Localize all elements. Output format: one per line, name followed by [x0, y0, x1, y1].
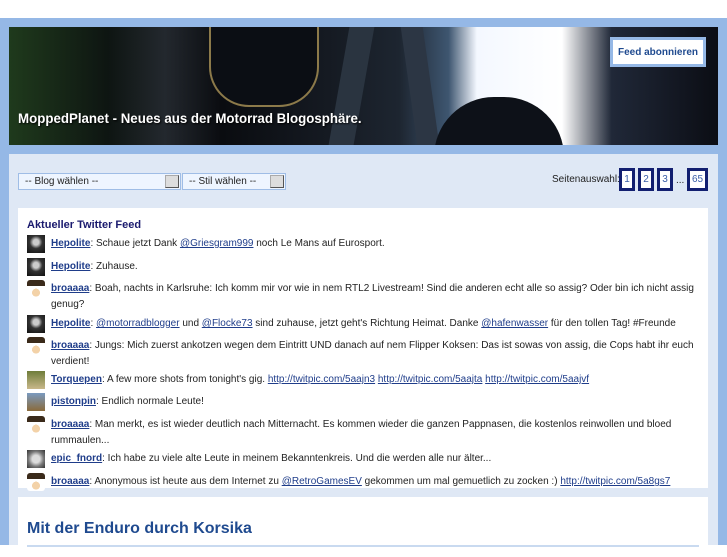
- tweet-text-part: gekommen um mal gemuetlich zu zocken :): [361, 476, 561, 487]
- feed-subscribe-button[interactable]: Feed abonnieren: [610, 37, 706, 67]
- twitter-feed-title: Aktueller Twitter Feed: [27, 219, 142, 231]
- tweet-text-part: : Ich habe zu viele alte Leute in meinem…: [102, 453, 492, 464]
- tweet-text-part: : Schaue jetzt Dank: [90, 238, 180, 249]
- mention-link[interactable]: @motorradblogger: [96, 318, 180, 329]
- tweet-user-link[interactable]: Hepolite: [51, 238, 90, 249]
- user-avatar-icon: [27, 315, 45, 333]
- tweet-text: broaaaa: Jungs: Mich zuerst ankotzen weg…: [51, 338, 697, 370]
- motorcycle-fender-image: [434, 97, 564, 145]
- tweet-user-link[interactable]: broaaaa: [51, 283, 89, 294]
- tweet-text-part: : Endlich normale Leute!: [96, 396, 204, 407]
- mention-link[interactable]: @Griesgram999: [180, 238, 254, 249]
- tweet: broaaaa: Boah, nachts in Karlsruhe: Ich …: [27, 280, 697, 313]
- motorcycle-tank-image: [209, 27, 319, 107]
- tweet-user-link[interactable]: pistonpin: [51, 396, 96, 407]
- post-title[interactable]: Mit der Enduro durch Korsika: [27, 520, 252, 538]
- url-link[interactable]: http://twitpic.com/5aajvf: [485, 374, 589, 385]
- page-link-1[interactable]: 1: [619, 168, 635, 191]
- tweet-text: pistonpin: Endlich normale Leute!: [51, 394, 204, 411]
- tweet-user-link[interactable]: broaaaa: [51, 476, 89, 487]
- tweet-text: Hepolite: Schaue jetzt Dank @Griesgram99…: [51, 236, 385, 253]
- pager-label: Seitenauswahl:: [552, 174, 620, 185]
- tweet-user-link[interactable]: Hepolite: [51, 261, 90, 272]
- tweet: broaaaa: Man merkt, es ist wieder deutli…: [27, 416, 697, 449]
- site-title: MoppedPlanet - Neues aus der Motorrad Bl…: [18, 110, 362, 126]
- tweet-text: Hepolite: @motorradblogger und @Flocke73…: [51, 316, 676, 333]
- tweet-text-part: noch Le Mans auf Eurosport.: [253, 238, 385, 249]
- page-link-2[interactable]: 2: [638, 168, 654, 191]
- tweet-text: Hepolite: Zuhause.: [51, 259, 138, 276]
- style-select-value: -- Stil wählen --: [189, 176, 257, 187]
- motorcycle-fork-image: [328, 27, 375, 145]
- tweet: Hepolite: Zuhause.: [27, 258, 697, 276]
- user-avatar-icon: [27, 450, 45, 468]
- tweet-text-part: : Anonymous ist heute aus dem Internet z…: [89, 476, 282, 487]
- mention-link[interactable]: @hafenwasser: [481, 318, 548, 329]
- user-avatar-icon: [27, 280, 45, 298]
- url-link[interactable]: http://twitpic.com/5a8gs7: [560, 476, 670, 487]
- tweet-text-part: sind zuhause, jetzt geht's Richtung Heim…: [252, 318, 482, 329]
- user-avatar-icon: [27, 371, 45, 389]
- tweet: Hepolite: Schaue jetzt Dank @Griesgram99…: [27, 235, 697, 253]
- tweet-user-link[interactable]: broaaaa: [51, 419, 89, 430]
- tweet: Torquepen: A few more shots from tonight…: [27, 371, 697, 389]
- pager-ellipsis: ...: [676, 175, 685, 186]
- tweet: epic_fnord: Ich habe zu viele alte Leute…: [27, 450, 697, 468]
- dropdown-arrow-icon: [165, 175, 179, 188]
- page-link-3[interactable]: 3: [657, 168, 673, 191]
- url-link[interactable]: http://twitpic.com/5aajta: [378, 374, 483, 385]
- dropdown-arrow-icon: [270, 175, 284, 188]
- blog-select-value: -- Blog wählen --: [25, 176, 99, 187]
- user-avatar-icon: [27, 416, 45, 434]
- user-avatar-icon: [27, 473, 45, 491]
- motorcycle-fork-image: [400, 27, 440, 145]
- tweet-text-part: : Jungs: Mich zuerst ankotzen wegen dem …: [51, 340, 694, 367]
- divider: [27, 545, 699, 547]
- tweet-text: broaaaa: Man merkt, es ist wieder deutli…: [51, 417, 697, 449]
- tweet-text: broaaaa: Anonymous ist heute aus dem Int…: [51, 474, 670, 491]
- tweet-user-link[interactable]: Torquepen: [51, 374, 102, 385]
- tweet-text-part: : Boah, nachts in Karlsruhe: Ich komm mi…: [51, 283, 694, 310]
- tweet: Hepolite: @motorradblogger und @Flocke73…: [27, 315, 697, 333]
- tweet-text: epic_fnord: Ich habe zu viele alte Leute…: [51, 451, 491, 468]
- mention-link[interactable]: @RetroGamesEV: [282, 476, 362, 487]
- tweet-text-part: : A few more shots from tonight's gig.: [101, 374, 268, 385]
- user-avatar-icon: [27, 393, 45, 411]
- tweet-user-link[interactable]: broaaaa: [51, 340, 89, 351]
- tweet-user-link[interactable]: epic_fnord: [51, 453, 102, 464]
- style-select[interactable]: -- Stil wählen --: [182, 173, 286, 190]
- page-link-65[interactable]: 65: [687, 168, 708, 191]
- user-avatar-icon: [27, 235, 45, 253]
- tweet-user-link[interactable]: Hepolite: [51, 318, 90, 329]
- blog-post: Mit der Enduro durch Korsika: [18, 497, 708, 557]
- tweet: pistonpin: Endlich normale Leute!: [27, 393, 697, 411]
- user-avatar-icon: [27, 258, 45, 276]
- tweet: broaaaa: Anonymous ist heute aus dem Int…: [27, 473, 697, 491]
- twitter-feed: Aktueller Twitter Feed Hepolite: Schaue …: [18, 208, 708, 491]
- tweet-text: broaaaa: Boah, nachts in Karlsruhe: Ich …: [51, 281, 697, 313]
- blog-select[interactable]: -- Blog wählen --: [18, 173, 181, 190]
- tweet-text-part: : Zuhause.: [90, 261, 138, 272]
- tweet-text-part: : Man merkt, es ist wieder deutlich nach…: [51, 419, 672, 446]
- url-link[interactable]: http://twitpic.com/5aajn3: [268, 374, 375, 385]
- tweet-text-part: und: [179, 318, 202, 329]
- tweet-text: Torquepen: A few more shots from tonight…: [51, 372, 589, 389]
- user-avatar-icon: [27, 337, 45, 355]
- tweet: broaaaa: Jungs: Mich zuerst ankotzen weg…: [27, 337, 697, 370]
- tweet-text-part: für den tollen Tag! #Freunde: [548, 318, 676, 329]
- mention-link[interactable]: @Flocke73: [202, 318, 253, 329]
